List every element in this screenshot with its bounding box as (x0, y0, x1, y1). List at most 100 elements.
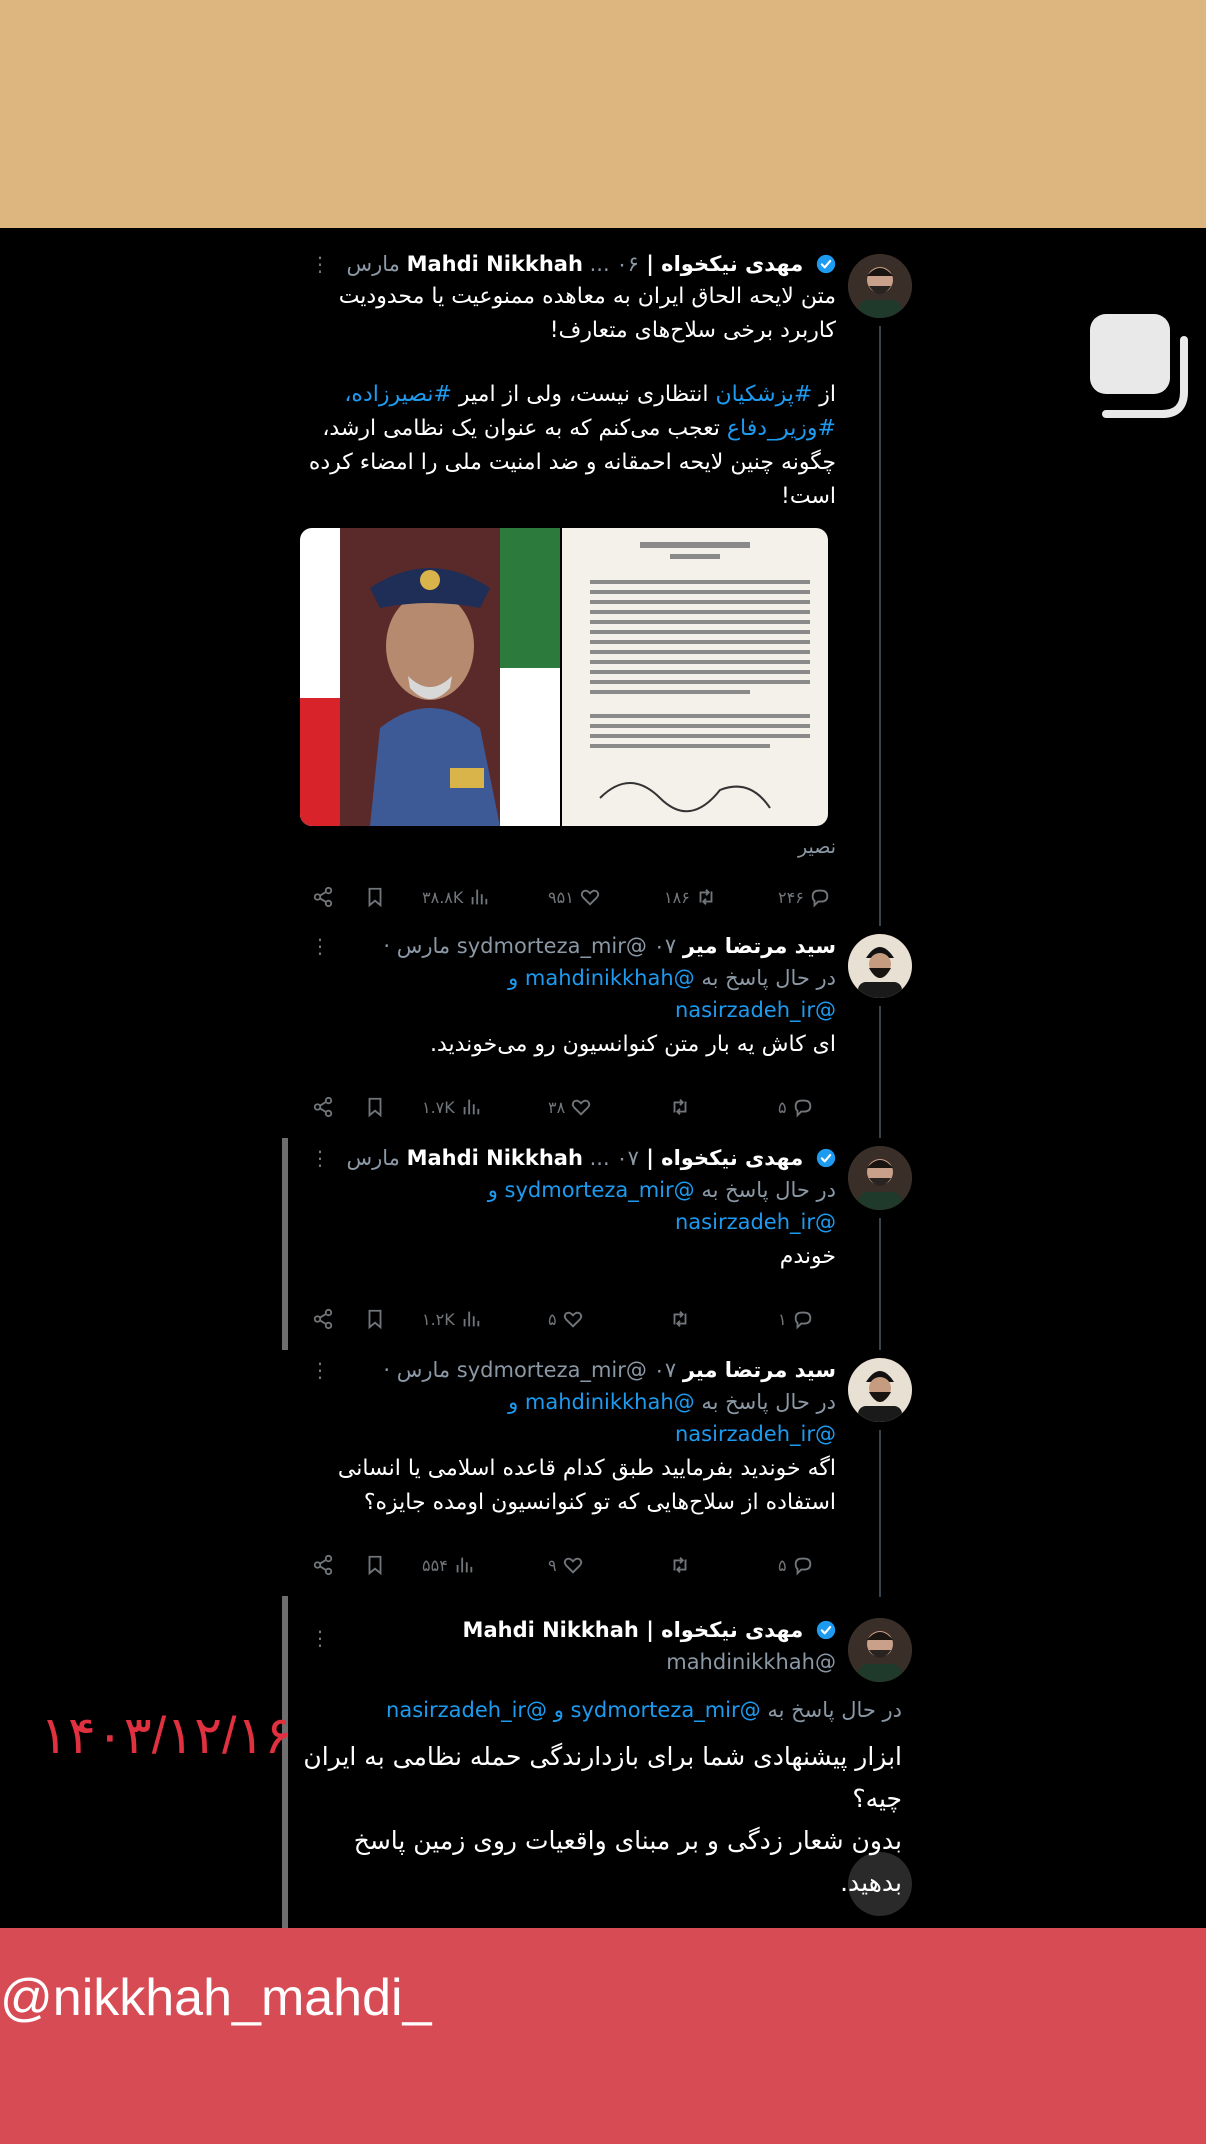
thread-line (879, 1596, 881, 1597)
text-line: کاربرد برخی سلاح‌های متعارف! (549, 318, 836, 343)
mention-link[interactable]: @sydmorteza_mir و @nasirzadeh_ir (386, 1698, 761, 1722)
heart-icon (563, 1557, 582, 1574)
mention-link[interactable]: @mahdinikkhah و (508, 1390, 695, 1414)
reply-icon (811, 889, 829, 908)
tweet-2: سید مرتضا میر sydmorteza_mir@ ۰۷ مارس · … (282, 926, 922, 1138)
views-icon (472, 889, 488, 905)
text-line: چگونه چنین لایحه احمقانه و ضد امنیت ملی … (308, 450, 836, 475)
retweet-button[interactable]: ۱۸۶ (664, 882, 717, 912)
tweet-header: مهدی نیکخواه | Mahdi Nikkhah ... ۰۶ مارس (346, 252, 836, 276)
text-line: متن لایحه الحاق ایران به معاهده ممنوعیت … (338, 284, 836, 309)
bookmark-icon (368, 887, 382, 908)
views-icon (463, 1099, 480, 1115)
thread-line (879, 1218, 881, 1350)
author-handle[interactable]: @mahdinikkhah (666, 1650, 836, 1674)
author-handle[interactable]: sydmorteza_mir@ (457, 934, 647, 958)
retweet-button[interactable] (664, 1092, 691, 1122)
retweet-button[interactable] (664, 1304, 691, 1334)
share-button[interactable] (312, 882, 334, 912)
tweet-header: مهدی نیکخواه | Mahdi Nikkhah (463, 1618, 836, 1642)
more-options-icon[interactable]: ⋮ (310, 252, 330, 276)
copy-icon[interactable] (1084, 310, 1194, 420)
reply-context-2: @nasirzadeh_ir (675, 1210, 836, 1234)
verified-icon (816, 1148, 836, 1168)
more-options-icon[interactable]: ⋮ (310, 1146, 330, 1170)
reply-context: در حال پاسخ به @sydmorteza_mir و @nasirz… (386, 1698, 902, 1722)
reply-prefix: در حال پاسخ به (701, 1390, 836, 1414)
reply-button[interactable]: ۵ (778, 1092, 814, 1122)
views-icon (463, 1311, 480, 1327)
views-button[interactable]: ۱.۷K (422, 1092, 482, 1122)
like-button[interactable]: ۹ (548, 1550, 584, 1580)
reply-context: در حال پاسخ به @sydmorteza_mir و (488, 1178, 836, 1202)
share-icon (313, 1554, 333, 1576)
reply-context-2: @nasirzadeh_ir (675, 998, 836, 1022)
author-name[interactable]: مهدی نیکخواه | Mahdi Nikkhah (463, 1618, 804, 1642)
bookmark-button[interactable] (364, 1304, 386, 1334)
views-icon (456, 1557, 473, 1573)
mention-link[interactable]: @nasirzadeh_ir (675, 1422, 836, 1446)
reply-button[interactable]: ۲۴۶ (778, 882, 831, 912)
views-button[interactable]: ۵۵۴ (422, 1550, 475, 1580)
reply-icon (794, 1557, 811, 1576)
tweet-actions: ۳۸.۸K ۹۵۱ ۱۸۶ ۲۴۶ (312, 882, 842, 912)
reply-button[interactable]: ۵ (778, 1550, 814, 1580)
mention-link[interactable]: @sydmorteza_mir و (488, 1178, 695, 1202)
mention-link[interactable]: @nasirzadeh_ir (675, 998, 836, 1022)
avatar[interactable] (848, 934, 912, 998)
media-caption: نصیر (798, 836, 836, 858)
hashtag-link[interactable]: #پزشکیان (715, 382, 812, 407)
like-button[interactable]: ۹۵۱ (548, 882, 601, 912)
tweet-text: ای کاش یه بار متن کنوانسیون رو می‌خوندید… (430, 1028, 836, 1062)
avatar[interactable] (848, 1358, 912, 1422)
avatar[interactable] (848, 1146, 912, 1210)
reply-icon (794, 1099, 811, 1118)
tweet-media[interactable] (300, 528, 828, 826)
like-button[interactable]: ۳۸ (548, 1092, 592, 1122)
views-count: ۱.۷K (422, 1097, 455, 1117)
share-icon (313, 886, 333, 908)
tweet-actions: ۱.۷K ۳۸ ۵ (312, 1092, 842, 1122)
author-name[interactable]: سید مرتضا میر (683, 1358, 836, 1382)
retweet-icon (673, 1311, 687, 1327)
mention-link[interactable]: @mahdinikkhah و (508, 966, 695, 990)
tweet-4: سید مرتضا میر sydmorteza_mir@ ۰۷ مارس · … (282, 1350, 922, 1596)
mention-link[interactable]: @nasirzadeh_ir (675, 1210, 836, 1234)
hashtag-link[interactable]: #وزیر_دفاع (727, 416, 836, 441)
retweet-icon (673, 1557, 687, 1573)
likes-count: ۳۸ (548, 1097, 566, 1117)
share-button[interactable] (312, 1092, 334, 1122)
replies-count: ۱ (778, 1309, 787, 1329)
bookmark-icon (368, 1309, 382, 1330)
heart-icon (580, 889, 599, 906)
bookmark-button[interactable] (364, 882, 386, 912)
more-options-icon[interactable]: ⋮ (310, 1626, 330, 1650)
share-icon (313, 1308, 333, 1330)
bookmark-button[interactable] (364, 1550, 386, 1580)
more-options-icon[interactable]: ⋮ (310, 934, 330, 958)
reply-button[interactable]: ۱ (778, 1304, 814, 1334)
tweet-header: سید مرتضا میر sydmorteza_mir@ ۰۷ مارس · (383, 934, 836, 958)
retweet-button[interactable] (664, 1550, 691, 1580)
avatar[interactable] (848, 1618, 912, 1682)
like-button[interactable]: ۵ (548, 1304, 584, 1334)
author-name[interactable]: سید مرتضا میر (683, 934, 836, 958)
views-button[interactable]: ۳۸.۸K (422, 882, 490, 912)
hashtag-link[interactable]: #نصیرزاده، (344, 382, 452, 407)
text-line: اگه خوندید بفرمایید طبق کدام قاعده اسلام… (337, 1456, 836, 1481)
reply-prefix: در حال پاسخ به (701, 966, 836, 990)
more-options-icon[interactable]: ⋮ (310, 1358, 330, 1382)
reply-icon (794, 1311, 811, 1330)
tweet-header: مهدی نیکخواه | Mahdi Nikkhah ... ۰۷ مارس (346, 1146, 836, 1170)
text-line: ابزار پیشنهادی شما برای بازدارندگی حمله … (303, 1742, 902, 1771)
avatar[interactable] (848, 254, 912, 318)
focused-tweet: مهدی نیکخواه | Mahdi Nikkhah @mahdinikkh… (282, 1606, 922, 1928)
bookmark-button[interactable] (364, 1092, 386, 1122)
share-button[interactable] (312, 1304, 334, 1334)
likes-count: ۹ (548, 1555, 557, 1575)
thread-line (879, 1430, 881, 1596)
tweet-3: مهدی نیکخواه | Mahdi Nikkhah ... ۰۷ مارس… (282, 1138, 922, 1350)
share-button[interactable] (312, 1550, 334, 1580)
views-button[interactable]: ۱.۲K (422, 1304, 482, 1334)
author-handle[interactable]: sydmorteza_mir@ (457, 1358, 647, 1382)
